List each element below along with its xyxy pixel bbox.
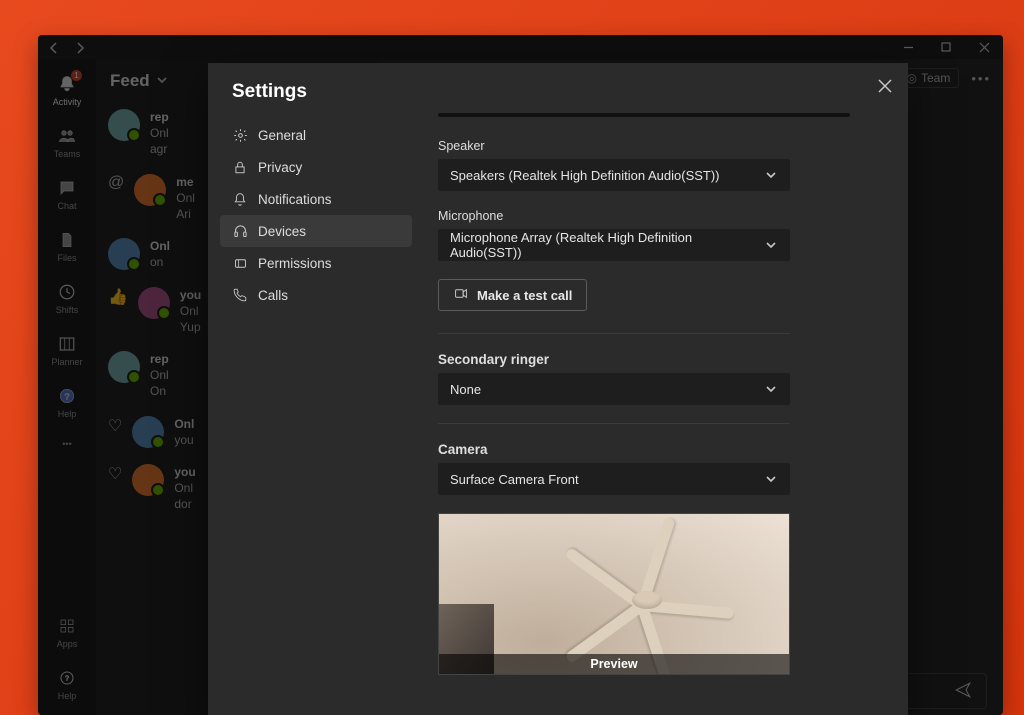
nav-devices[interactable]: Devices: [220, 215, 412, 247]
speaker-select[interactable]: Speakers (Realtek High Definition Audio(…: [438, 159, 790, 191]
separator: [438, 423, 790, 424]
app-window: 1 Activity Teams Chat Files Shifts: [38, 35, 1003, 715]
nav-label: General: [258, 128, 306, 143]
nav-label: Privacy: [258, 160, 302, 175]
nav-label: Permissions: [258, 256, 332, 271]
select-value: Surface Camera Front: [450, 472, 579, 487]
close-dialog-button[interactable]: [872, 73, 898, 99]
nav-calls[interactable]: Calls: [220, 279, 412, 311]
preview-label: Preview: [439, 654, 789, 674]
nav-permissions[interactable]: Permissions: [220, 247, 412, 279]
key-icon: [232, 255, 248, 271]
nav-privacy[interactable]: Privacy: [220, 151, 412, 183]
headset-icon: [232, 223, 248, 239]
nav-general[interactable]: General: [220, 119, 412, 151]
camera-preview: Preview: [438, 513, 790, 675]
select-value: Speakers (Realtek High Definition Audio(…: [450, 168, 720, 183]
nav-notifications[interactable]: Notifications: [220, 183, 412, 215]
secondary-ringer-select[interactable]: None: [438, 373, 790, 405]
make-test-call-button[interactable]: Make a test call: [438, 279, 587, 311]
button-label: Make a test call: [477, 288, 572, 303]
nav-label: Notifications: [258, 192, 332, 207]
settings-content: Speaker Speakers (Realtek High Definitio…: [424, 63, 908, 715]
select-value: None: [450, 382, 481, 397]
output-level-bar: [438, 113, 850, 117]
bell-icon: [232, 191, 248, 207]
video-call-icon: [453, 287, 469, 303]
microphone-select[interactable]: Microphone Array (Realtek High Definitio…: [438, 229, 790, 261]
select-value: Microphone Array (Realtek High Definitio…: [450, 230, 764, 260]
microphone-label: Microphone: [438, 209, 850, 223]
chevron-down-icon: [764, 382, 778, 396]
settings-nav: Settings General Privacy Notifications D…: [208, 63, 424, 715]
phone-icon: [232, 287, 248, 303]
camera-label: Camera: [438, 442, 850, 457]
chevron-down-icon: [764, 168, 778, 182]
settings-dialog: Settings General Privacy Notifications D…: [208, 63, 908, 715]
nav-label: Calls: [258, 288, 288, 303]
separator: [438, 333, 790, 334]
lock-icon: [232, 159, 248, 175]
settings-title: Settings: [232, 81, 412, 103]
nav-label: Devices: [258, 224, 306, 239]
gear-icon: [232, 127, 248, 143]
secondary-ringer-label: Secondary ringer: [438, 352, 850, 367]
speaker-label: Speaker: [438, 139, 850, 153]
chevron-down-icon: [764, 472, 778, 486]
chevron-down-icon: [764, 238, 778, 252]
camera-select[interactable]: Surface Camera Front: [438, 463, 790, 495]
